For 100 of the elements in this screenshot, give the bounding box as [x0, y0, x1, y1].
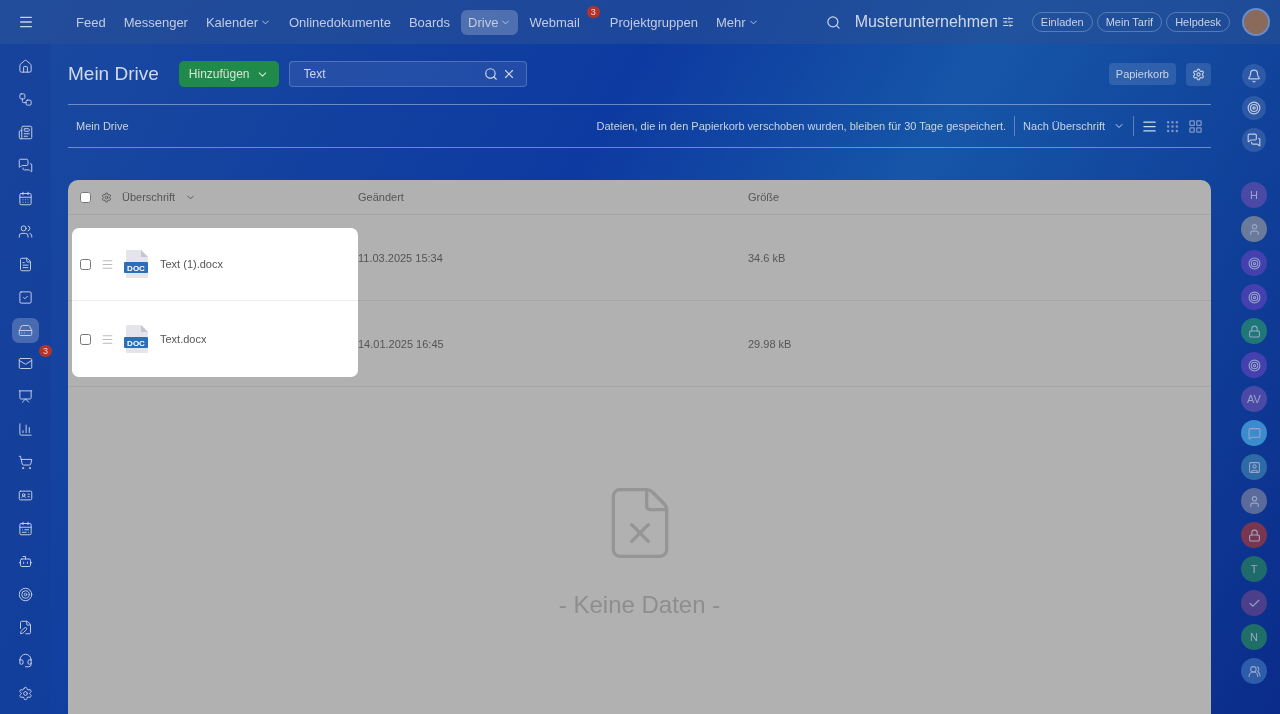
breadcrumb[interactable]: Mein Drive: [76, 120, 129, 132]
notifications-button[interactable]: [1242, 64, 1266, 88]
document-icon: [18, 257, 33, 272]
chat-avatar[interactable]: [1241, 352, 1267, 378]
person-icon: [1247, 494, 1261, 508]
file-size: 34.6 kB: [748, 252, 787, 264]
robot-icon: [18, 554, 33, 569]
nav-tab[interactable]: Boards: [401, 9, 458, 35]
settings-icon: [18, 686, 33, 701]
chat-icon: [1247, 133, 1261, 147]
view-mode-button[interactable]: [1165, 118, 1180, 134]
view-mode-button[interactable]: [1142, 118, 1157, 134]
file-name[interactable]: Text.docx: [160, 333, 207, 345]
file-name[interactable]: Text (1).docx: [160, 258, 223, 270]
checkbox-icon: [18, 290, 33, 305]
nav-tab[interactable]: Feed: [69, 9, 113, 35]
file-edit-icon: [18, 620, 33, 635]
chat-icon: [18, 158, 33, 173]
contact-card-icon: [18, 488, 33, 503]
chat-avatar[interactable]: H: [1241, 182, 1267, 208]
chat-button[interactable]: [1242, 128, 1266, 152]
dots-view-icon: [1165, 118, 1180, 134]
drive-icon: [18, 323, 33, 338]
view-mode-button[interactable]: [1188, 118, 1203, 134]
company-name: Musterunternehmen: [854, 13, 998, 31]
chat-avatar[interactable]: [1241, 488, 1267, 514]
settings-button[interactable]: [1186, 62, 1211, 86]
chat-avatar[interactable]: [1241, 590, 1267, 616]
user-avatar[interactable]: [1242, 8, 1270, 36]
row-checkbox[interactable]: [80, 333, 91, 345]
chat-avatar[interactable]: T: [1241, 556, 1267, 582]
search-field[interactable]: Text: [288, 61, 527, 87]
headset-icon: [18, 653, 33, 668]
users-icon: [18, 224, 33, 239]
chat-icon: [1247, 426, 1261, 440]
nav-tab[interactable]: Onlinedokumente: [282, 9, 398, 35]
settings-icon: [1192, 67, 1205, 81]
chat-avatar[interactable]: [1241, 216, 1267, 242]
people-icon: [1247, 664, 1261, 678]
lock-icon: [1247, 324, 1261, 338]
contact-card-icon: [1247, 460, 1261, 474]
nav-tab[interactable]: Messenger: [116, 9, 195, 35]
notification-badge: 3: [39, 345, 52, 357]
presentation-icon: [18, 389, 33, 404]
workflow-icon: [18, 92, 33, 107]
target-icon: [1247, 101, 1261, 115]
column-header[interactable]: Größe: [748, 191, 1211, 203]
sort-dropdown[interactable]: Nach Überschrift: [1023, 120, 1105, 132]
newspaper-icon: [18, 125, 33, 140]
nav-tab[interactable]: Kalender: [198, 9, 278, 35]
nav-tab[interactable]: Drive: [461, 9, 519, 35]
nav-tab[interactable]: Mehr: [708, 9, 766, 35]
column-header[interactable]: Geändert: [358, 191, 748, 203]
lock-icon: [1247, 528, 1261, 542]
drag-handle-icon[interactable]: [101, 257, 114, 271]
tiles-view-icon: [1188, 118, 1203, 134]
notification-badge: 3: [586, 5, 600, 18]
bar-chart-icon: [18, 422, 33, 437]
search-icon[interactable]: [825, 14, 841, 30]
settings-icon[interactable]: [101, 191, 112, 203]
calendar-list-icon: [18, 521, 33, 536]
chat-avatar[interactable]: [1241, 658, 1267, 684]
home-icon: [18, 59, 33, 74]
column-header[interactable]: Überschrift: [122, 191, 176, 203]
modified-date: 14.01.2025 16:45: [358, 338, 445, 350]
list-view-icon: [1142, 118, 1157, 134]
sidebar-item[interactable]: [12, 318, 39, 343]
cart-icon: [18, 455, 33, 470]
chat-avatar[interactable]: [1241, 284, 1267, 310]
person-icon: [1247, 222, 1261, 236]
target-icon: [18, 587, 33, 602]
chat-avatar[interactable]: [1241, 420, 1267, 446]
row-checkbox[interactable]: [80, 258, 91, 270]
nav-tab[interactable]: Webmail: [522, 9, 587, 35]
info-notice: Dateien, die in den Papierkorb verschoben wurden, bleiben für 30 Tage gespeichert.: [596, 120, 1007, 132]
doc-file-icon: DOC: [124, 249, 150, 279]
search-input[interactable]: Text: [301, 66, 480, 82]
page-title: Mein Drive: [68, 63, 159, 85]
chat-avatar[interactable]: AV: [1241, 386, 1267, 412]
trash-button[interactable]: Papierkorb: [1108, 63, 1176, 85]
chat-avatar[interactable]: [1241, 522, 1267, 548]
calendar-icon: [18, 191, 33, 206]
menu-icon[interactable]: [17, 14, 34, 30]
nav-tab[interactable]: Projektgruppen: [602, 9, 705, 35]
modified-date: 11.03.2025 15:34: [358, 252, 444, 264]
target-icon: [1247, 358, 1261, 372]
select-all-checkbox[interactable]: [80, 191, 91, 203]
chat-avatar[interactable]: [1241, 454, 1267, 480]
doc-file-icon: DOC: [124, 324, 150, 354]
target-icon: [1247, 290, 1261, 304]
search-icon[interactable]: [483, 67, 498, 81]
file-size: 29.98 kB: [748, 338, 793, 350]
target-icon: [1247, 256, 1261, 270]
bell-icon: [1247, 69, 1261, 83]
add-button[interactable]: Hinzufügen: [178, 61, 279, 87]
chat-avatar[interactable]: [1241, 318, 1267, 344]
drag-handle-icon[interactable]: [101, 332, 114, 346]
target-button[interactable]: [1242, 96, 1266, 120]
sliders-icon[interactable]: [1001, 16, 1014, 28]
chat-avatar[interactable]: [1241, 250, 1267, 276]
